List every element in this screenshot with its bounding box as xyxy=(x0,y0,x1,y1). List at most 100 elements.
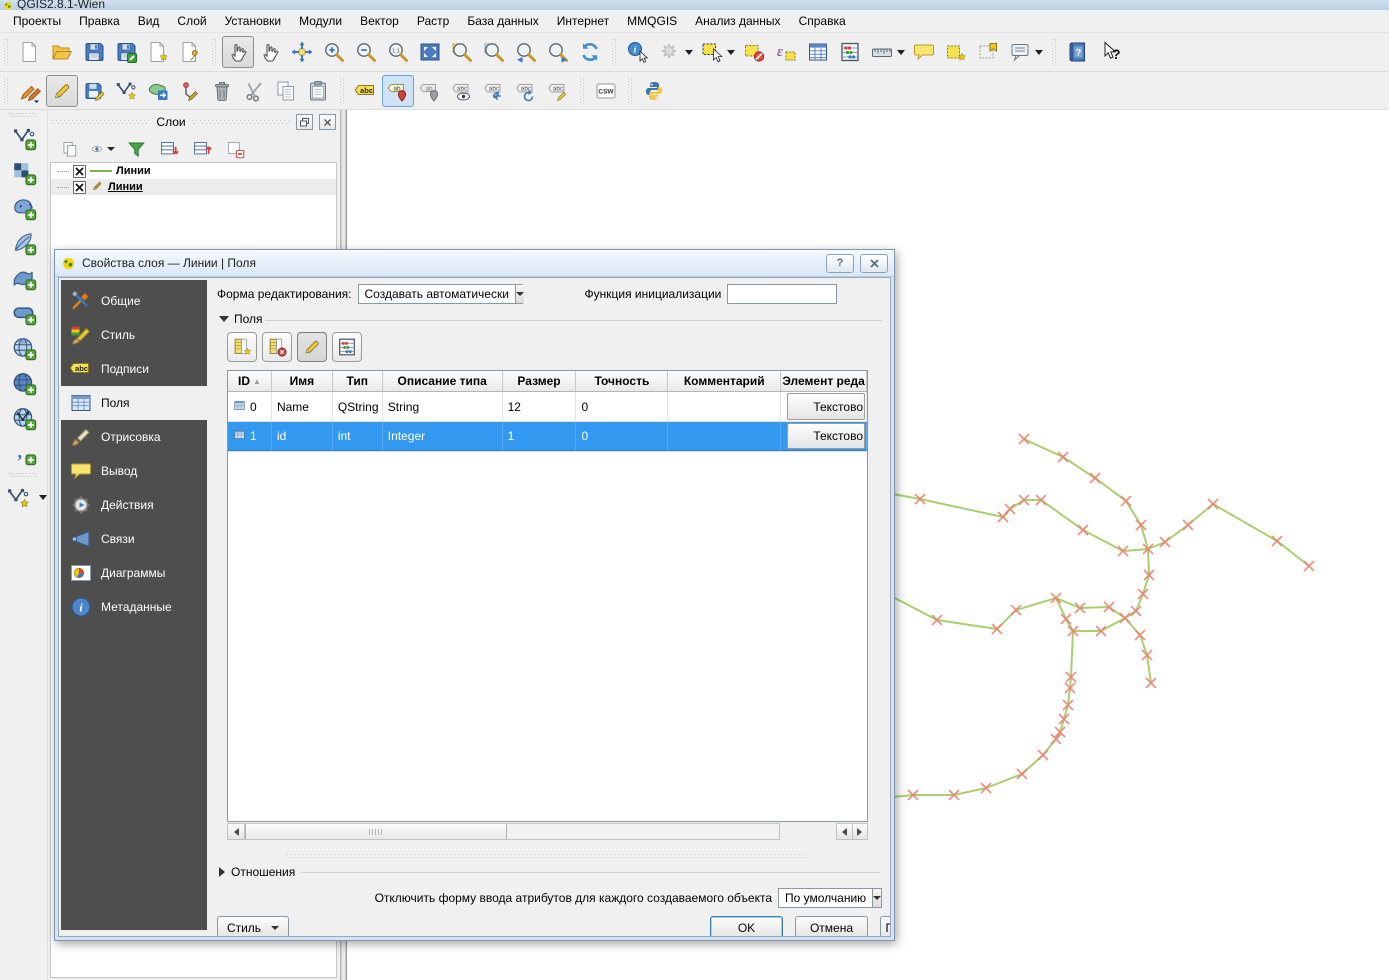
menu-3[interactable]: Вид xyxy=(129,11,169,31)
suppress-combo[interactable]: По умолчанию xyxy=(778,888,882,908)
toolbar-grip[interactable] xyxy=(580,78,584,104)
props-tab-general[interactable]: Общие xyxy=(61,284,207,318)
toolbar-grip[interactable] xyxy=(11,113,37,117)
props-tab-style[interactable]: Стиль xyxy=(61,318,207,352)
layer-checkbox[interactable] xyxy=(73,181,86,194)
filter-legend-button[interactable] xyxy=(124,137,148,161)
dropdown-arrow-icon[interactable] xyxy=(897,50,905,55)
toolbar-grip[interactable] xyxy=(4,39,8,65)
whats-this-button[interactable]: ? xyxy=(1094,36,1126,68)
add-wfs-button[interactable] xyxy=(6,400,42,435)
add-group-button[interactable] xyxy=(58,137,82,161)
scroll-right-button[interactable] xyxy=(853,824,868,839)
csw-button[interactable]: CSW xyxy=(590,75,622,107)
toolbar-grip[interactable] xyxy=(4,78,8,104)
menu-2[interactable]: Правка xyxy=(70,11,129,31)
toolbar-grip[interactable] xyxy=(628,78,632,104)
fields-group-header[interactable]: Поля xyxy=(219,312,263,326)
folder-open-button[interactable] xyxy=(46,36,78,68)
label-visibility-button[interactable]: abc xyxy=(446,75,478,107)
menu-7[interactable]: Вектор xyxy=(351,11,408,31)
measure-button[interactable] xyxy=(866,36,908,68)
props-tab-actions[interactable]: Действия xyxy=(61,488,207,522)
toolbar-grip[interactable] xyxy=(1052,39,1056,65)
menu-10[interactable]: Интернет xyxy=(548,11,618,31)
column-header-prec[interactable]: Точность xyxy=(576,371,668,391)
node-tool-button[interactable] xyxy=(174,75,206,107)
collapse-all-button[interactable] xyxy=(190,137,214,161)
composer-manager-button[interactable] xyxy=(174,36,206,68)
zoom-native-button[interactable]: 1:1 xyxy=(382,36,414,68)
composer-new-button[interactable] xyxy=(142,36,174,68)
dropdown-arrow-icon[interactable] xyxy=(1035,50,1043,55)
dropdown-arrow-icon[interactable] xyxy=(727,50,735,55)
menu-13[interactable]: Справка xyxy=(790,11,855,31)
file-new-button[interactable] xyxy=(14,36,46,68)
menu-9[interactable]: База данных xyxy=(458,11,547,31)
identify-button[interactable]: i xyxy=(622,36,654,68)
scroll-left-button[interactable] xyxy=(228,824,245,839)
dialog-close-button[interactable] xyxy=(860,254,888,273)
dropdown-arrow-icon[interactable] xyxy=(685,50,693,55)
column-header-name[interactable]: Имя xyxy=(272,371,333,391)
field-delete-button[interactable] xyxy=(262,332,292,362)
add-postgis-button[interactable] xyxy=(6,190,42,225)
splitter-handle[interactable] xyxy=(287,854,807,859)
pan-hand-button[interactable] xyxy=(254,36,286,68)
props-tab-diagrams[interactable]: Диаграммы xyxy=(61,556,207,590)
toolbar-grip[interactable] xyxy=(212,39,216,65)
panel-float-button[interactable] xyxy=(296,114,313,130)
bookmark-show-button[interactable] xyxy=(972,36,1004,68)
dialog-titlebar[interactable]: Свойства слоя — Линии | Поля ? xyxy=(55,250,894,277)
menu-1[interactable]: Проекты xyxy=(4,11,70,31)
props-tab-rendering[interactable]: Отрисовка xyxy=(61,420,207,454)
style-button[interactable]: Стиль xyxy=(217,916,289,937)
select-expression-button[interactable]: ε xyxy=(770,36,802,68)
toolbar-grip[interactable] xyxy=(612,39,616,65)
current-edits-button[interactable] xyxy=(14,75,46,107)
add-wcs-button[interactable] xyxy=(6,365,42,400)
attribute-table-button[interactable] xyxy=(802,36,834,68)
props-tab-metadata[interactable]: iМетаданные xyxy=(61,590,207,624)
dropdown-arrow-icon[interactable] xyxy=(107,147,115,151)
zoom-in-button[interactable] xyxy=(318,36,350,68)
cut-features-button[interactable] xyxy=(238,75,270,107)
zoom-last-button[interactable] xyxy=(510,36,542,68)
panel-close-button[interactable] xyxy=(319,114,336,130)
label-edit-button[interactable]: abc xyxy=(542,75,574,107)
save-button[interactable] xyxy=(78,36,110,68)
zoom-to-layer-button[interactable] xyxy=(478,36,510,68)
column-header-size[interactable]: Размер xyxy=(503,371,577,391)
add-mssql-button[interactable] xyxy=(6,260,42,295)
add-raster-button[interactable] xyxy=(6,155,42,190)
menu-11[interactable]: MMQGIS xyxy=(618,11,686,31)
dropdown-arrow-icon[interactable] xyxy=(39,495,47,500)
map-tips-button[interactable] xyxy=(908,36,940,68)
dialog-help-button[interactable]: ? xyxy=(826,254,854,273)
column-header-id[interactable]: ID▲ xyxy=(228,371,272,391)
help-contents-button[interactable]: ? xyxy=(1062,36,1094,68)
toolbar-grip[interactable] xyxy=(340,78,344,104)
delete-selected-button[interactable] xyxy=(206,75,238,107)
field-calc-button[interactable] xyxy=(332,332,362,362)
toggle-editing-button[interactable] xyxy=(46,75,78,107)
field-calculator-button[interactable] xyxy=(834,36,866,68)
add-wms-button[interactable] xyxy=(6,330,42,365)
menu-6[interactable]: Модули xyxy=(290,11,351,31)
move-feature-button[interactable] xyxy=(142,75,174,107)
layer-checkbox[interactable] xyxy=(73,165,86,178)
toolbar-grip[interactable] xyxy=(11,473,37,477)
edit-form-combo[interactable]: Создавать автоматически xyxy=(358,284,523,304)
remove-layer-button[interactable] xyxy=(223,137,247,161)
zoom-to-selection-button[interactable] xyxy=(446,36,478,68)
add-delimited-text-button[interactable]: , xyxy=(6,435,42,470)
label-move-button[interactable]: abc xyxy=(478,75,510,107)
feature-action-button[interactable] xyxy=(654,36,696,68)
add-spatialite-button[interactable] xyxy=(6,225,42,260)
zoom-full-button[interactable] xyxy=(414,36,446,68)
save-as-button[interactable] xyxy=(110,36,142,68)
add-feature-button[interactable] xyxy=(110,75,142,107)
label-rotate-button[interactable]: abc xyxy=(510,75,542,107)
label-pin-gray-button[interactable]: ab xyxy=(414,75,446,107)
menu-5[interactable]: Установки xyxy=(216,11,290,31)
